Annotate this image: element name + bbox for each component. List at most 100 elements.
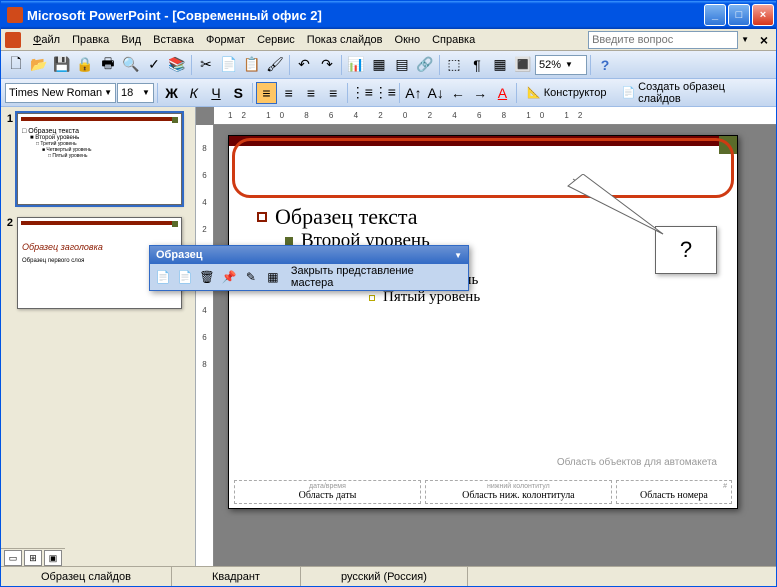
insert-slide-master-button[interactable]: 📄: [153, 267, 173, 287]
date-placeholder[interactable]: дата/времяОбласть даты: [234, 480, 421, 504]
callout-annotation: ?: [655, 226, 717, 274]
font-combo[interactable]: Times New Roman▼: [5, 83, 116, 103]
statusbar: Образец слайдов Квадрант русский (Россия…: [1, 566, 776, 586]
menu-view[interactable]: Вид: [115, 32, 147, 48]
maximize-button[interactable]: □: [728, 4, 750, 26]
tables-borders-button[interactable]: ▤: [391, 54, 413, 76]
menubar: Файл Правка Вид Вставка Формат Сервис По…: [1, 29, 776, 51]
expand-all-button[interactable]: ⬚: [443, 54, 465, 76]
horizontal-ruler: 12 10 8 6 4 2 0 2 4 6 8 10 12: [214, 107, 776, 125]
align-right-button[interactable]: ≡: [300, 82, 321, 104]
normal-view-button[interactable]: ▭: [4, 550, 22, 566]
master-toolbar: Образец▼ 📄 📄 🗑 📌 ✎ ▦ Закрыть представлен…: [149, 245, 469, 291]
justify-button[interactable]: ≡: [323, 82, 344, 104]
menu-format[interactable]: Формат: [200, 32, 251, 48]
insert-hyperlink-button[interactable]: 🔗: [414, 54, 436, 76]
show-formatting-button[interactable]: ¶: [466, 54, 488, 76]
status-master: Образец слайдов: [1, 567, 172, 586]
grid-button[interactable]: ▦: [489, 54, 511, 76]
slide-thumbnails-panel: 1 □ Образец текста ■ Второй уровень □ Тр…: [1, 107, 196, 566]
copy-button[interactable]: 📄: [218, 54, 240, 76]
footer-placeholder[interactable]: нижний колонтитулОбласть ниж. колонтитул…: [425, 480, 612, 504]
menu-slideshow[interactable]: Показ слайдов: [301, 32, 389, 48]
slideshow-view-button[interactable]: ▣: [44, 550, 62, 566]
master-toolbar-titlebar[interactable]: Образец▼: [150, 246, 468, 264]
vertical-ruler: 864202468: [196, 125, 214, 566]
align-center-button[interactable]: ≡: [278, 82, 299, 104]
preserve-master-button[interactable]: 📌: [219, 267, 239, 287]
slide-master: Образец текста Второй уровень Третий уро…: [228, 135, 738, 509]
titlebar: Microsoft PowerPoint - [Современный офис…: [1, 1, 776, 29]
number-placeholder[interactable]: #Область номера: [616, 480, 732, 504]
bold-button[interactable]: Ж: [161, 82, 182, 104]
menu-help[interactable]: Справка: [426, 32, 481, 48]
app-icon: [7, 7, 23, 23]
decrease-font-button[interactable]: A↓: [425, 82, 446, 104]
menu-tools[interactable]: Сервис: [251, 32, 301, 48]
thumb-number: 1: [5, 113, 17, 205]
undo-button[interactable]: ↶: [293, 54, 315, 76]
slide-canvas[interactable]: Образец текста Второй уровень Третий уро…: [214, 125, 776, 566]
underline-button[interactable]: Ч: [205, 82, 226, 104]
format-painter-button[interactable]: 🖌: [264, 54, 286, 76]
bullets-button[interactable]: ⋮≡: [374, 82, 396, 104]
app-name: Microsoft PowerPoint: [27, 8, 161, 23]
view-buttons: ▭ ⊞ ▣: [1, 548, 65, 566]
increase-font-button[interactable]: A↑: [403, 82, 424, 104]
font-size-combo[interactable]: 18▼: [117, 83, 154, 103]
help-search-dropdown[interactable]: ▼: [738, 35, 752, 44]
new-button[interactable]: 🗋: [5, 54, 27, 76]
menu-insert[interactable]: Вставка: [147, 32, 200, 48]
thumb-number: 2: [5, 217, 17, 309]
formatting-toolbar: Times New Roman▼ 18▼ Ж К Ч S ≡ ≡ ≡ ≡ ⋮≡ …: [1, 79, 776, 107]
increase-indent-button[interactable]: →: [470, 82, 491, 104]
level5-text: Пятый уровень: [383, 289, 480, 306]
cut-button[interactable]: ✂: [195, 54, 217, 76]
sorter-view-button[interactable]: ⊞: [24, 550, 42, 566]
help-button[interactable]: ?: [594, 54, 616, 76]
level1-text: Образец текста: [275, 204, 418, 230]
rename-master-button[interactable]: ✎: [241, 267, 261, 287]
close-button[interactable]: ×: [752, 4, 774, 26]
callout-text: ?: [680, 237, 692, 263]
new-slide-master-button[interactable]: 📄Создать образец слайдов: [614, 82, 772, 104]
standard-toolbar: 🗋 📂 💾 🔒 🖶 🔍 ✓ 📚 ✂ 📄 📋 🖌 ↶ ↷ 📊 ▦ ▤ 🔗 ⬚ ¶ …: [1, 51, 776, 79]
insert-chart-button[interactable]: 📊: [345, 54, 367, 76]
print-button[interactable]: 🖶: [97, 54, 119, 76]
help-search-input[interactable]: [588, 31, 738, 49]
auto-layout-label: Область объектов для автомакета: [557, 457, 717, 468]
permission-button[interactable]: 🔒: [74, 54, 96, 76]
align-left-button[interactable]: ≡: [256, 82, 277, 104]
print-preview-button[interactable]: 🔍: [120, 54, 142, 76]
close-master-view-button[interactable]: Закрыть представление мастера: [285, 267, 465, 287]
color-button[interactable]: 🔳: [512, 54, 534, 76]
status-language[interactable]: русский (Россия): [301, 567, 468, 586]
doc-name: [Современный офис 2]: [172, 8, 322, 23]
minimize-button[interactable]: _: [704, 4, 726, 26]
status-template: Квадрант: [172, 567, 301, 586]
designer-button[interactable]: 📐Конструктор: [520, 82, 613, 104]
shadow-button[interactable]: S: [228, 82, 249, 104]
master-layout-button[interactable]: ▦: [263, 267, 283, 287]
numbering-button[interactable]: ⋮≡: [351, 82, 373, 104]
save-button[interactable]: 💾: [51, 54, 73, 76]
insert-title-master-button[interactable]: 📄: [175, 267, 195, 287]
decrease-indent-button[interactable]: ←: [447, 82, 468, 104]
spelling-button[interactable]: ✓: [143, 54, 165, 76]
paste-button[interactable]: 📋: [241, 54, 263, 76]
open-button[interactable]: 📂: [28, 54, 50, 76]
delete-master-button[interactable]: 🗑: [197, 267, 217, 287]
menu-file[interactable]: Файл: [27, 32, 66, 48]
zoom-combo[interactable]: 52%▼: [535, 55, 587, 75]
italic-button[interactable]: К: [183, 82, 204, 104]
research-button[interactable]: 📚: [166, 54, 188, 76]
editor-area: 12 10 8 6 4 2 0 2 4 6 8 10 12 864202468 …: [196, 107, 776, 566]
insert-table-button[interactable]: ▦: [368, 54, 390, 76]
menu-edit[interactable]: Правка: [66, 32, 115, 48]
font-color-button[interactable]: A: [492, 82, 513, 104]
slide-thumb-1[interactable]: □ Образец текста ■ Второй уровень □ Трет…: [17, 113, 182, 205]
close-document-button[interactable]: ×: [756, 32, 772, 48]
redo-button[interactable]: ↷: [316, 54, 338, 76]
powerpoint-icon: [5, 32, 21, 48]
menu-window[interactable]: Окно: [389, 32, 427, 48]
